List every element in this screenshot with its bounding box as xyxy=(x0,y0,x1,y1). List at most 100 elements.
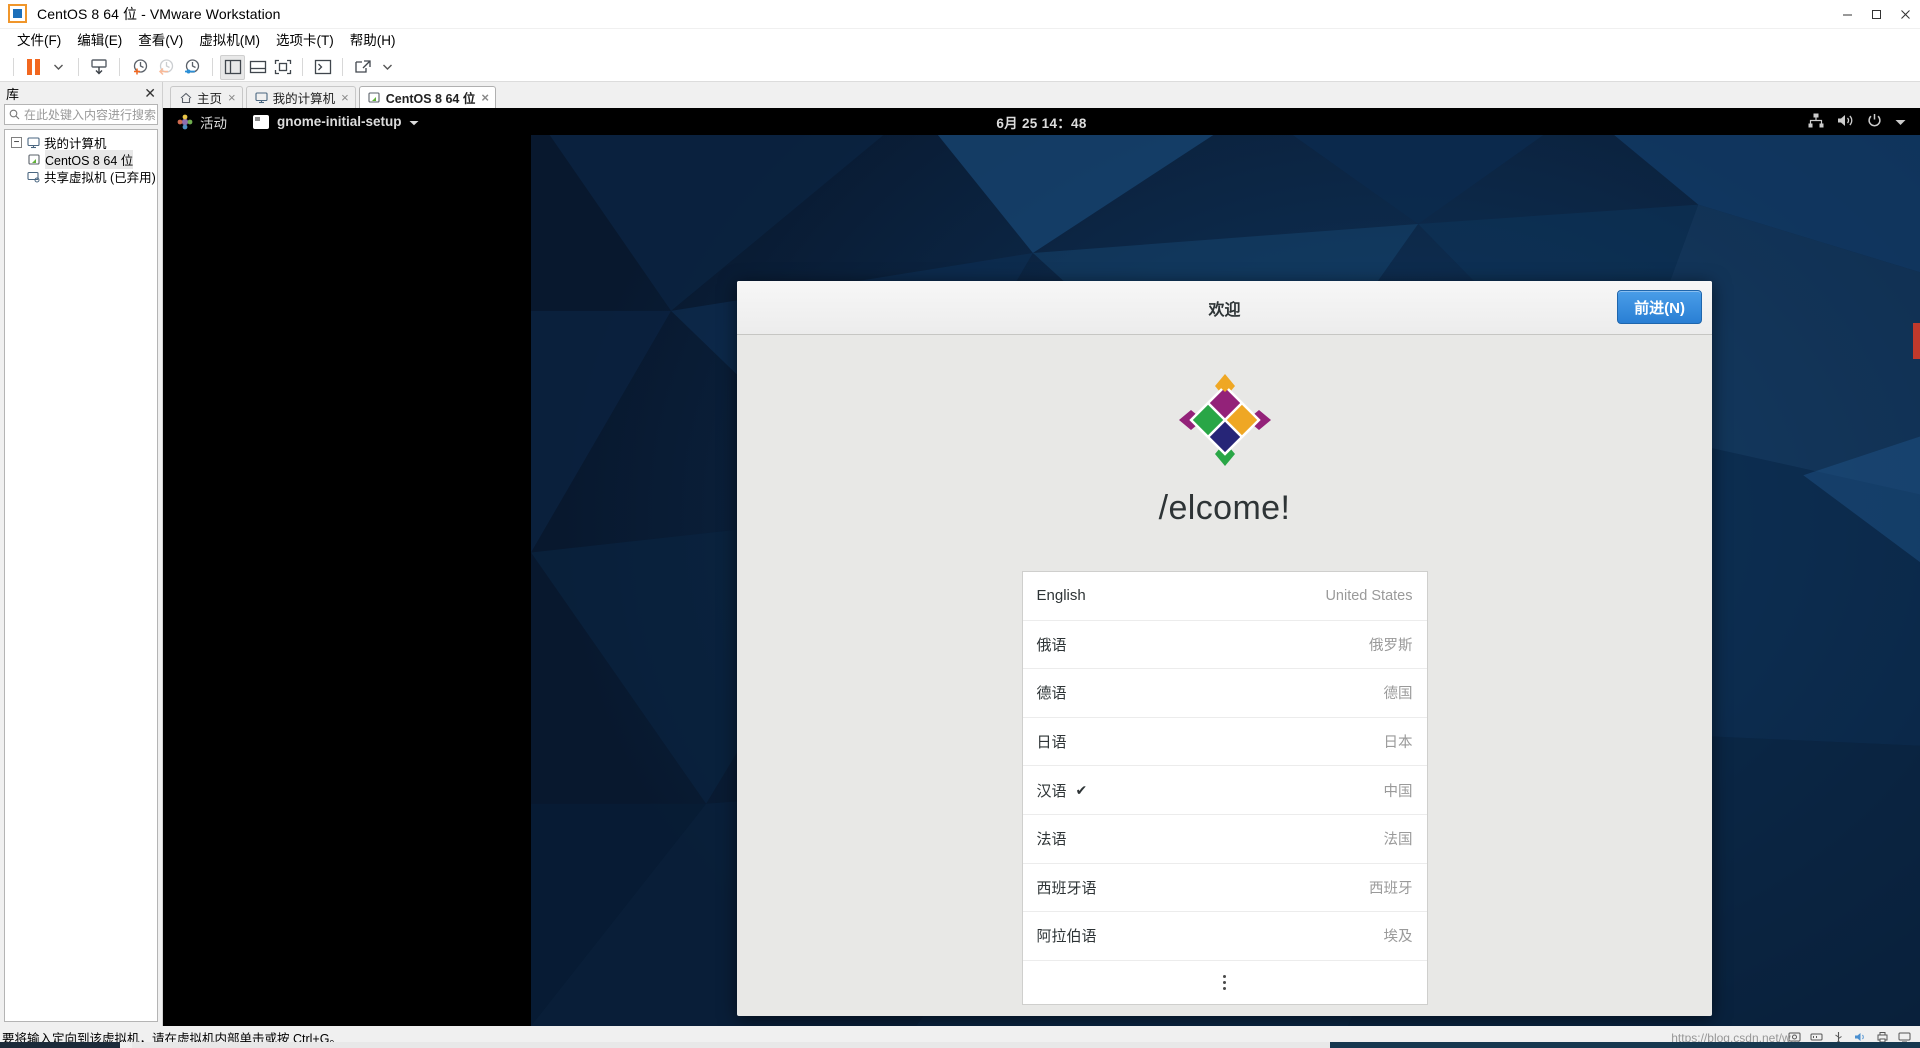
tab-strip: 主页 × 我的计算机 × CentOS 8 64 位 × xyxy=(163,82,1920,108)
maximize-button[interactable] xyxy=(1862,0,1891,29)
tab-label: 主页 xyxy=(197,92,223,106)
minimize-button[interactable] xyxy=(1833,0,1862,29)
clock[interactable]: 6月 25 14：48 xyxy=(163,112,1920,132)
toolbar-separator xyxy=(302,58,303,76)
vmware-icon xyxy=(8,4,28,24)
library-header: 库 ✕ xyxy=(0,82,162,104)
status-bar: 要将输入定向到该虚拟机，请在虚拟机内部单击或按 Ctrl+G。 https://… xyxy=(0,1026,1920,1048)
language-row[interactable]: 日语 日本 xyxy=(1022,718,1427,767)
language-row[interactable]: English United States xyxy=(1022,572,1427,621)
centos-logo xyxy=(1177,372,1273,468)
language-name: 阿拉伯语 xyxy=(1036,928,1097,946)
take-snapshot-button[interactable] xyxy=(127,55,153,80)
language-row[interactable]: 俄语 俄罗斯 xyxy=(1022,621,1427,670)
guest-blank-area xyxy=(163,108,531,1026)
language-region: United States xyxy=(1325,587,1413,604)
vm-pane: 主页 × 我的计算机 × CentOS 8 64 位 × 活动 gnome-in… xyxy=(163,82,1920,1026)
vm-running-icon xyxy=(27,153,41,167)
gnome-top-bar: 活动 gnome-initial-setup 6月 25 14：48 xyxy=(163,108,1920,135)
language-row[interactable]: 法语 法国 xyxy=(1022,815,1427,864)
main-body: 库 ✕ − 我的计算机 xyxy=(0,82,1920,1026)
fullscreen-button[interactable] xyxy=(270,55,295,80)
tab-home[interactable]: 主页 × xyxy=(170,86,243,108)
tree-item-my-computer[interactable]: − 我的计算机 xyxy=(5,134,157,151)
language-name: 法语 xyxy=(1036,831,1067,849)
more-vertical-icon xyxy=(1223,974,1226,990)
library-title: 库 xyxy=(6,86,20,102)
dialog-title: 欢迎 xyxy=(1208,301,1241,319)
menu-file[interactable]: 文件(F) xyxy=(9,30,69,52)
manage-snapshot-button[interactable] xyxy=(86,55,112,80)
show-thumbnail-button[interactable] xyxy=(245,55,270,80)
window-title: CentOS 8 64 位 - VMware Workstation xyxy=(37,6,281,22)
tab-close-icon[interactable]: × xyxy=(481,91,489,104)
snapshot-manager-button[interactable] xyxy=(179,55,205,80)
next-button[interactable]: 前进(N) xyxy=(1617,290,1702,324)
library-sidebar: 库 ✕ − 我的计算机 xyxy=(0,82,188,1026)
tree-item-centos[interactable]: CentOS 8 64 位 xyxy=(5,150,157,169)
language-name: 德语 xyxy=(1036,685,1067,703)
pause-icon xyxy=(27,59,40,75)
language-region: 中国 xyxy=(1383,783,1413,800)
language-row-selected[interactable]: 汉语 ✔ 中国 xyxy=(1022,766,1427,815)
language-row[interactable]: 德语 德国 xyxy=(1022,669,1427,718)
language-row[interactable]: 阿拉伯语 埃及 xyxy=(1022,912,1427,961)
toolbar-separator xyxy=(212,58,213,76)
welcome-heading: /elcome! xyxy=(1158,489,1291,527)
tab-close-icon[interactable]: × xyxy=(228,91,236,104)
taskbar-strip xyxy=(0,1042,1920,1048)
tree-item-shared-vms[interactable]: 共享虚拟机 (已弃用) xyxy=(5,168,157,185)
snapshot-settings-icon xyxy=(185,59,200,74)
window-controls xyxy=(1833,0,1920,29)
language-name: 日语 xyxy=(1036,734,1067,752)
home-icon xyxy=(179,91,193,105)
toolbar-separator xyxy=(342,58,343,76)
language-row[interactable]: 西班牙语 西班牙 xyxy=(1022,864,1427,913)
tree-expander-icon[interactable]: − xyxy=(11,137,22,148)
shared-vm-icon xyxy=(26,170,40,184)
more-languages-button[interactable] xyxy=(1023,961,1427,1004)
computer-icon xyxy=(255,91,269,105)
menu-vm[interactable]: 虚拟机(M) xyxy=(191,30,268,52)
language-list[interactable]: English United States 俄语 俄罗斯 德语 德国 日语 日本… xyxy=(1021,571,1428,1005)
language-region: 法国 xyxy=(1383,832,1413,849)
tab-centos[interactable]: CentOS 8 64 位 × xyxy=(358,86,496,108)
vm-running-icon xyxy=(368,91,382,105)
snapshot-revert-icon xyxy=(158,59,174,76)
show-library-button[interactable] xyxy=(220,54,245,80)
guest-desktop: 活动 gnome-initial-setup 6月 25 14：48 欢迎 前进… xyxy=(163,108,1920,1026)
library-close-icon[interactable]: ✕ xyxy=(144,86,156,100)
toolbar-separator xyxy=(78,58,79,76)
tree-item-label: 共享虚拟机 (已弃用) xyxy=(44,171,156,185)
unity-button[interactable] xyxy=(350,55,375,80)
welcome-dialog: 欢迎 前进(N) /elcome! English United States … xyxy=(737,281,1712,1016)
tab-close-icon[interactable]: × xyxy=(341,91,349,104)
check-icon: ✔ xyxy=(1075,781,1088,798)
language-region: 德国 xyxy=(1383,686,1413,703)
console-button[interactable] xyxy=(310,55,335,80)
language-name: 汉语 xyxy=(1036,782,1067,800)
power-dropdown-button[interactable] xyxy=(46,55,71,80)
menu-edit[interactable]: 编辑(E) xyxy=(69,30,130,52)
terminal-icon xyxy=(314,59,331,75)
menu-help[interactable]: 帮助(H) xyxy=(342,30,404,52)
close-button[interactable] xyxy=(1891,0,1920,29)
language-region: 俄罗斯 xyxy=(1369,637,1413,654)
library-search[interactable] xyxy=(4,104,188,125)
menu-tabs[interactable]: 选项卡(T) xyxy=(268,30,342,52)
vmware-workstation-window: CentOS 8 64 位 - VMware Workstation 文件(F)… xyxy=(0,0,1920,1048)
language-region: 埃及 xyxy=(1383,929,1413,946)
language-name: 俄语 xyxy=(1036,636,1067,654)
power-pause-button[interactable] xyxy=(21,55,46,80)
language-name: English xyxy=(1036,587,1086,605)
menu-view[interactable]: 查看(V) xyxy=(130,30,191,52)
tab-my-computer[interactable]: 我的计算机 × xyxy=(245,86,356,108)
toolbar-separator xyxy=(13,58,14,76)
guest-screen[interactable]: 活动 gnome-initial-setup 6月 25 14：48 欢迎 前进… xyxy=(163,108,1920,1026)
unity-dropdown-button[interactable] xyxy=(375,55,400,80)
search-input[interactable] xyxy=(21,107,179,122)
language-region: 日本 xyxy=(1383,735,1413,752)
tab-label: 我的计算机 xyxy=(272,92,336,106)
revert-snapshot-button[interactable] xyxy=(153,55,179,80)
title-bar: CentOS 8 64 位 - VMware Workstation xyxy=(0,0,1920,29)
